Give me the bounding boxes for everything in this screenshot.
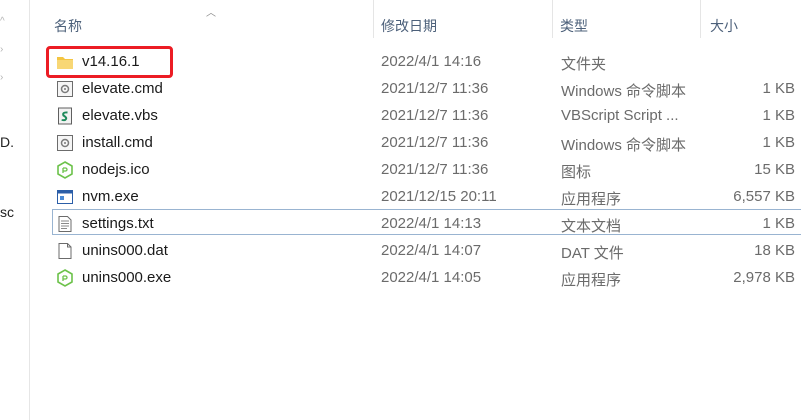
- column-header-bar: 名称 ︿ 修改日期 类型 大小: [30, 0, 801, 46]
- file-size: 2,978 KB: [733, 269, 795, 286]
- nav-item-fragment[interactable]: D.: [0, 134, 14, 150]
- column-header-size-label: 大小: [710, 18, 738, 34]
- cmd-script-icon: [57, 135, 73, 151]
- column-header-type[interactable]: 类型: [553, 0, 701, 46]
- vbs-script-icon: [58, 107, 72, 125]
- file-name: settings.txt: [82, 215, 154, 232]
- file-name: unins000.exe: [82, 269, 172, 286]
- column-header-type-label: 类型: [560, 18, 588, 34]
- blank-file-icon: [58, 243, 72, 259]
- file-size: 18 KB: [754, 242, 795, 259]
- file-row[interactable]: install.cmd 2021/12/7 11:36 Windows 命令脚本…: [52, 130, 801, 156]
- file-row[interactable]: unins000.dat 2022/4/1 14:07 DAT 文件 18 KB: [52, 238, 801, 264]
- file-date: 2021/12/7 11:36: [381, 80, 489, 97]
- sort-ascending-icon: ︿: [206, 8, 216, 19]
- file-date: 2022/4/1 14:16: [381, 53, 482, 70]
- file-name: elevate.vbs: [82, 107, 158, 124]
- nodejs-icon: [57, 269, 73, 287]
- file-name: nvm.exe: [82, 188, 139, 205]
- column-header-size[interactable]: 大小: [701, 0, 801, 46]
- navigation-pane[interactable]: ^ › › D. sc: [0, 0, 30, 420]
- file-type: Windows 命令脚本: [561, 137, 687, 154]
- exe-window-icon: [57, 190, 73, 204]
- file-name: nodejs.ico: [82, 161, 150, 178]
- file-date: 2022/4/1 14:05: [381, 269, 482, 286]
- file-date: 2021/12/15 20:11: [381, 188, 497, 205]
- column-header-date-label: 修改日期: [381, 18, 437, 34]
- file-size: 1 KB: [762, 107, 795, 124]
- file-size: 15 KB: [754, 161, 795, 178]
- file-date: 2022/4/1 14:07: [381, 242, 482, 259]
- file-row[interactable]: nvm.exe 2021/12/15 20:11 应用程序 6,557 KB: [52, 184, 801, 210]
- file-type: VBScript Script ...: [561, 107, 679, 124]
- file-date: 2022/4/1 14:13: [381, 215, 482, 232]
- file-type: 图标: [561, 164, 592, 181]
- column-header-name[interactable]: 名称 ︿: [30, 0, 375, 46]
- file-name: install.cmd: [82, 134, 153, 151]
- file-type: DAT 文件: [561, 245, 624, 262]
- file-row[interactable]: elevate.cmd 2021/12/7 11:36 Windows 命令脚本…: [52, 76, 801, 102]
- file-type: 文本文档: [561, 218, 622, 235]
- column-header-name-label: 名称: [54, 18, 82, 34]
- file-size: 6,557 KB: [733, 188, 795, 205]
- nodejs-icon: [57, 161, 73, 179]
- file-row[interactable]: settings.txt 2022/4/1 14:13 文本文档 1 KB: [52, 211, 801, 237]
- chevron-right-icon[interactable]: ›: [0, 44, 10, 56]
- file-name: elevate.cmd: [82, 80, 163, 97]
- file-row[interactable]: elevate.vbs 2021/12/7 11:36 VBScript Scr…: [52, 103, 801, 129]
- column-header-date[interactable]: 修改日期: [374, 0, 554, 46]
- file-size: 1 KB: [762, 215, 795, 232]
- file-row[interactable]: unins000.exe 2022/4/1 14:05 应用程序 2,978 K…: [52, 265, 801, 291]
- file-type: 文件夹: [561, 56, 607, 73]
- file-date: 2021/12/7 11:36: [381, 134, 489, 151]
- chevron-right-icon[interactable]: ›: [0, 72, 10, 84]
- file-row[interactable]: nodejs.ico 2021/12/7 11:36 图标 15 KB: [52, 157, 801, 183]
- file-type: 应用程序: [561, 191, 622, 208]
- file-size: 1 KB: [762, 80, 795, 97]
- file-name: unins000.dat: [82, 242, 168, 259]
- file-type: 应用程序: [561, 272, 622, 289]
- text-file-icon: [58, 216, 72, 232]
- file-date: 2021/12/7 11:36: [381, 161, 489, 178]
- nav-item-fragment[interactable]: sc: [0, 204, 14, 220]
- file-date: 2021/12/7 11:36: [381, 107, 489, 124]
- cmd-script-icon: [57, 81, 73, 97]
- highlight-annotation: [46, 46, 173, 78]
- file-size: 1 KB: [762, 134, 795, 151]
- file-type: Windows 命令脚本: [561, 83, 687, 100]
- chevron-up-icon[interactable]: ^: [0, 16, 10, 28]
